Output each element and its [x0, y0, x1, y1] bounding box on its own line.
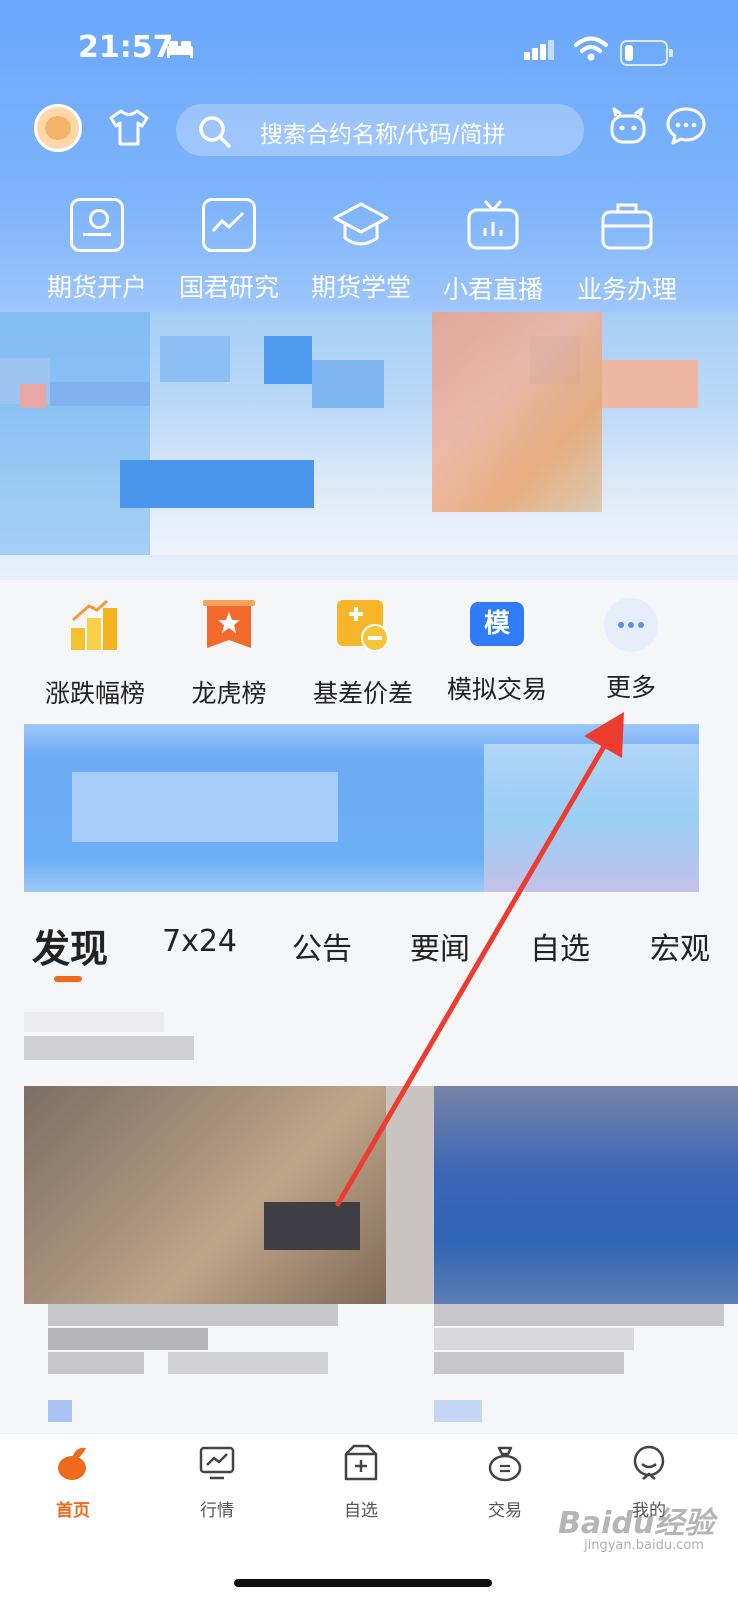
tab-announcements[interactable]: 公告: [292, 924, 352, 968]
wifi-icon: [574, 36, 608, 61]
money-bag-icon: [488, 1446, 522, 1482]
watermark-text: Baidu经验: [558, 1506, 715, 1541]
feed-image-right[interactable]: [434, 1086, 738, 1304]
quick-item-label: 期货学堂: [310, 273, 411, 302]
nav-label: 首页: [56, 1501, 90, 1521]
nav-trade[interactable]: 交易: [450, 1444, 560, 1521]
nav-market[interactable]: 行情: [162, 1444, 272, 1521]
quick-item-label: 期货开户: [46, 273, 147, 302]
tab-headlines[interactable]: 要闻: [410, 924, 470, 968]
tab-macro[interactable]: 宏观: [650, 924, 710, 968]
tool-label: 更多: [605, 673, 656, 702]
quick-item-label: 国君研究: [178, 273, 279, 302]
mo-badge-text: 模: [483, 609, 510, 639]
tool-dragon-tiger[interactable]: 龙虎榜: [164, 598, 294, 710]
tool-gain-loss-rank[interactable]: 涨跌幅榜: [30, 598, 160, 710]
quick-item-research[interactable]: 国君研究: [164, 198, 294, 304]
promo-banner[interactable]: [0, 312, 738, 555]
feed-image-left[interactable]: [24, 1086, 386, 1304]
nav-home[interactable]: 首页: [18, 1444, 128, 1521]
quick-item-school[interactable]: 期货学堂: [296, 198, 426, 304]
star-ribbon-icon: [203, 600, 255, 648]
ad-banner-text-block: [72, 772, 338, 842]
nav-label: 行情: [200, 1501, 234, 1521]
profile-face-icon: [633, 1445, 665, 1480]
status-time: 21:57: [78, 30, 174, 65]
watchlist-box-icon: [344, 1444, 378, 1481]
feed-text-line: [434, 1304, 724, 1326]
feed-text-line: [168, 1352, 328, 1374]
tool-label: 龙虎榜: [191, 679, 267, 708]
banner-graphic: [432, 312, 602, 512]
tool-label: 涨跌幅榜: [44, 679, 145, 708]
more-dots-icon: [604, 598, 658, 652]
search-icon: [199, 116, 231, 148]
feed-text-line: [48, 1328, 208, 1350]
tool-label: 基差价差: [312, 679, 413, 708]
sleep-mode-icon: [167, 41, 193, 58]
feed-text-line: [434, 1328, 634, 1350]
cellular-signal-icon: [524, 40, 556, 60]
feed-text-line: [48, 1400, 72, 1422]
rank-bars-icon: [71, 599, 117, 650]
feed-author-line: [24, 1036, 194, 1060]
tshirt-icon[interactable]: [108, 108, 150, 148]
account-card-icon: [70, 198, 124, 252]
avatar[interactable]: [34, 104, 82, 152]
ad-banner-graphic: [484, 744, 699, 892]
nav-label: 交易: [488, 1501, 522, 1521]
tool-simulated-trade[interactable]: 模 模拟交易: [432, 598, 562, 706]
tab-discover[interactable]: 发现: [32, 918, 108, 973]
tv-icon: [467, 200, 519, 250]
top-bar: 搜索合约名称/代码/简拼: [0, 100, 738, 160]
quick-menu: 期货开户 国君研究 期货学堂 小君直播 业务办理: [0, 198, 738, 308]
battery-icon: [620, 40, 673, 66]
plus-minus-icon: [337, 600, 389, 652]
quick-item-business[interactable]: 业务办理: [562, 198, 692, 306]
news-feed: [0, 1012, 738, 1432]
quick-item-live[interactable]: 小君直播: [428, 198, 558, 306]
search-placeholder: 搜索合约名称/代码/简拼: [260, 122, 506, 148]
quick-item-label: 业务办理: [576, 275, 677, 304]
message-icon[interactable]: [666, 106, 706, 146]
quick-item-label: 小君直播: [442, 275, 543, 304]
status-bar: 21:57: [0, 30, 738, 74]
feed-text-line: [48, 1352, 144, 1374]
tool-shortcuts: 涨跌幅榜 龙虎榜 基差价差 模 模拟交易 更多: [0, 598, 738, 708]
nav-label: 自选: [344, 1501, 378, 1521]
home-indicator: [234, 1579, 492, 1587]
active-tab-indicator: [54, 976, 82, 982]
tool-more[interactable]: 更多: [566, 598, 696, 704]
market-chart-icon: [199, 1446, 235, 1480]
chart-monitor-icon: [202, 198, 256, 252]
search-bar[interactable]: 搜索合约名称/代码/简拼: [176, 104, 584, 156]
feed-text-line: [48, 1304, 338, 1326]
feed-meta-line: [24, 1012, 164, 1032]
ad-banner[interactable]: [24, 724, 699, 892]
graduation-cap-icon: [333, 202, 389, 246]
feed-tabs: 发现 7x24 公告 要闻 自选 宏观: [0, 924, 738, 984]
feed-image-divider: [386, 1086, 434, 1304]
mo-badge-icon: 模: [470, 602, 524, 646]
home-icon: [58, 1447, 86, 1480]
tab-watchlist[interactable]: 自选: [530, 924, 590, 968]
feed-text-line: [434, 1352, 624, 1374]
briefcase-icon: [601, 203, 653, 250]
tab-7x24[interactable]: 7x24: [162, 924, 237, 959]
banner-button-shape: [120, 460, 314, 508]
tool-basis-spread[interactable]: 基差价差: [298, 598, 428, 710]
watermark-url: jingyan.baidu.com: [584, 1538, 704, 1553]
robot-assistant-icon[interactable]: [608, 106, 648, 146]
quick-item-account[interactable]: 期货开户: [32, 198, 162, 304]
tool-label: 模拟交易: [446, 675, 547, 704]
nav-watchlist[interactable]: 自选: [306, 1444, 416, 1521]
feed-text-line: [434, 1400, 482, 1422]
